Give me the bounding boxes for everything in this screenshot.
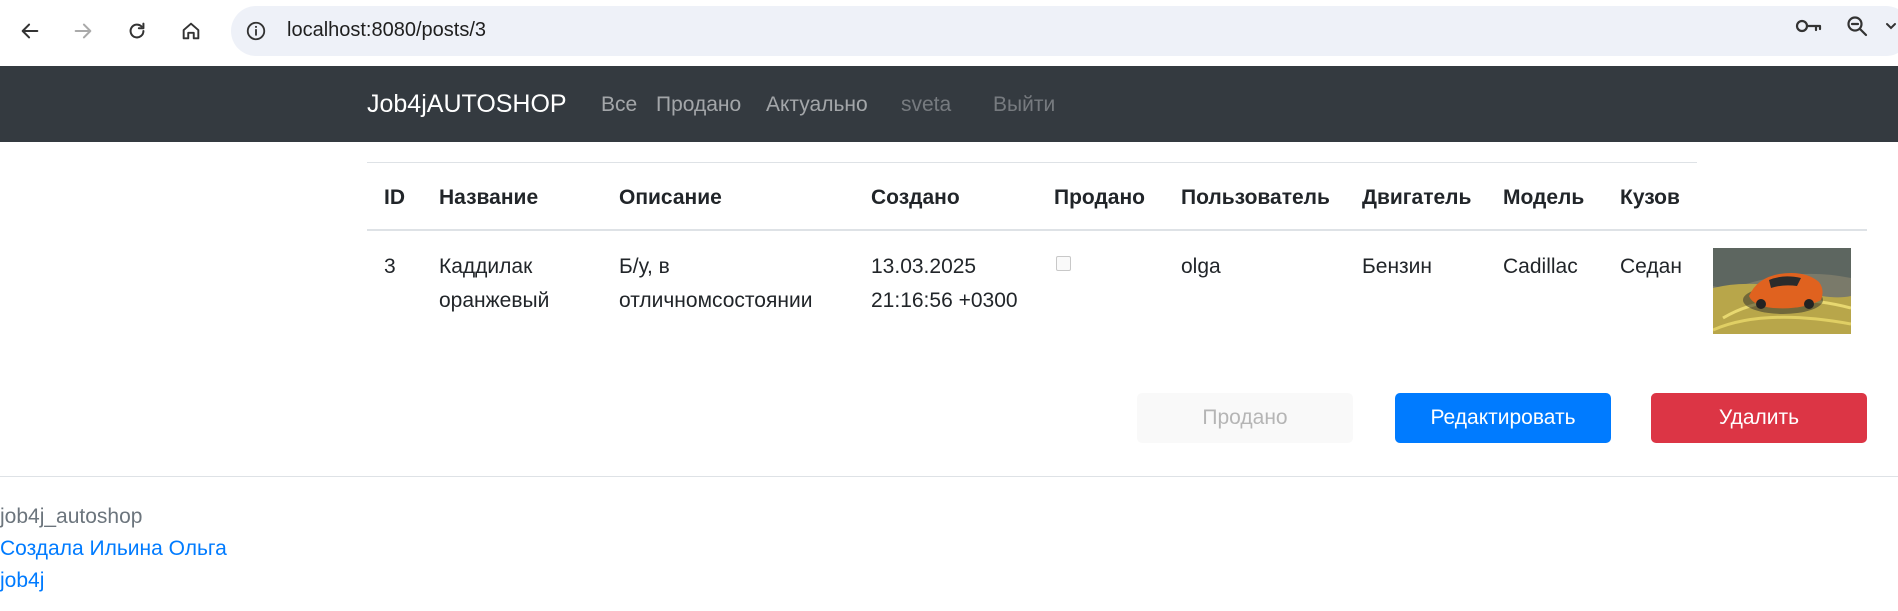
footer-divider bbox=[0, 476, 1898, 477]
brand-logo[interactable]: Job4jAUTOSHOP bbox=[367, 90, 567, 119]
url-text: localhost:8080/posts/3 bbox=[287, 19, 487, 41]
forward-icon[interactable] bbox=[66, 14, 100, 48]
browser-toolbar: localhost:8080/posts/3 bbox=[0, 0, 1898, 66]
nav-sold[interactable]: Продано bbox=[656, 93, 741, 117]
sold-button[interactable]: Продано bbox=[1137, 393, 1353, 443]
header-user: Пользователь bbox=[1181, 186, 1330, 209]
sold-checkbox[interactable] bbox=[1056, 256, 1071, 271]
nav-all[interactable]: Все bbox=[601, 93, 637, 117]
chevron-down-icon[interactable] bbox=[1884, 12, 1898, 40]
cell-model: Cadillac bbox=[1503, 255, 1578, 278]
header-description: Описание bbox=[619, 186, 722, 209]
cell-id: 3 bbox=[384, 255, 396, 278]
table-header-border bbox=[367, 229, 1867, 231]
cell-engine: Бензин bbox=[1362, 255, 1433, 278]
home-icon[interactable] bbox=[174, 14, 208, 48]
header-id: ID bbox=[384, 186, 405, 209]
header-body: Кузов bbox=[1620, 186, 1680, 209]
address-bar[interactable]: localhost:8080/posts/3 bbox=[231, 6, 1898, 56]
table-top-border bbox=[367, 162, 1697, 163]
site-info-icon[interactable] bbox=[243, 18, 269, 44]
cell-created: 13.03.2025 21:16:56 +0300 bbox=[871, 255, 1018, 312]
password-key-icon[interactable] bbox=[1795, 12, 1823, 40]
cell-description: Б/у, в отличномсостоянии bbox=[619, 255, 813, 312]
app-navbar: Job4jAUTOSHOP Все Продано Актуально svet… bbox=[0, 66, 1898, 142]
nav-actual[interactable]: Актуально bbox=[766, 93, 868, 117]
header-sold: Продано bbox=[1054, 186, 1145, 209]
cell-body: Седан bbox=[1620, 255, 1682, 278]
zoom-icon[interactable] bbox=[1843, 12, 1871, 40]
header-model: Модель bbox=[1503, 186, 1585, 209]
header-engine: Двигатель bbox=[1362, 186, 1472, 209]
nav-logout[interactable]: Выйти bbox=[993, 93, 1055, 117]
cell-user: olga bbox=[1181, 255, 1221, 278]
back-icon[interactable] bbox=[13, 14, 47, 48]
delete-button[interactable]: Удалить bbox=[1651, 393, 1867, 443]
header-created: Создано bbox=[871, 186, 960, 209]
edit-button[interactable]: Редактировать bbox=[1395, 393, 1611, 443]
cell-name: Каддилак оранжевый bbox=[439, 255, 550, 312]
reload-icon[interactable] bbox=[120, 14, 154, 48]
footer-author-link[interactable]: Создала Ильина Ольга bbox=[0, 537, 227, 561]
footer-site-link[interactable]: job4j bbox=[0, 569, 44, 593]
footer-project-name: job4j_autoshop bbox=[0, 505, 143, 528]
car-photo bbox=[1713, 248, 1851, 334]
nav-username[interactable]: sveta bbox=[901, 93, 951, 117]
header-name: Название bbox=[439, 186, 539, 209]
